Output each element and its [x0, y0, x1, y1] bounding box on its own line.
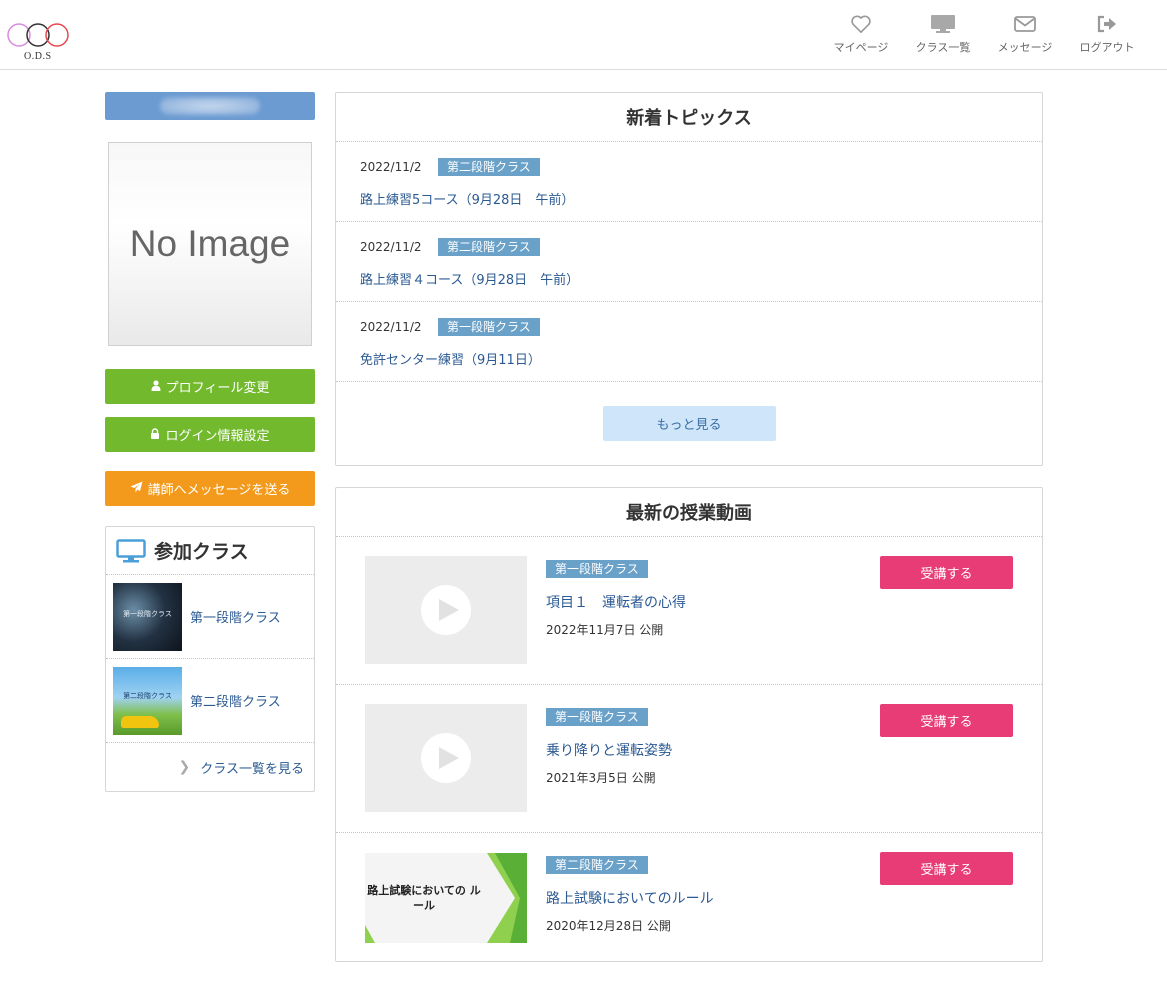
view-all-classes-link[interactable]: ❯ クラス一覧を見る: [106, 743, 314, 791]
sign-out-icon: [1097, 15, 1116, 33]
header-nav: マイページ クラス一覧 メッセージ ログアウト: [819, 14, 1147, 55]
joined-classes-title: 参加クラス: [154, 541, 249, 563]
class-thumbnail-text: 第一段階クラス: [123, 609, 172, 618]
nav-class-list-label: クラス一覧: [915, 41, 971, 54]
nav-class-list[interactable]: クラス一覧: [903, 14, 983, 55]
class-item-label: 第二段階クラス: [190, 695, 281, 710]
site-header: O.D.S マイページ クラス一覧 メッセージ ログアウト: [0, 0, 1167, 70]
joined-classes-header: 参加クラス: [106, 527, 314, 575]
class-badge: 第一段階クラス: [546, 560, 648, 578]
joined-classes-box: 参加クラス 第一段階クラス 第一段階クラス 第二段階クラス 第二段階クラス ❯ …: [105, 526, 315, 792]
video-thumbnail[interactable]: 路上試験においての ルール: [365, 853, 527, 943]
play-icon: [421, 585, 471, 635]
enroll-button[interactable]: 受講する: [880, 852, 1013, 885]
video-item: 第一段階クラス 乗り降りと運転姿勢 2021年3月5日 公開 受講する: [336, 685, 1042, 833]
lock-icon: [150, 427, 160, 442]
no-image-text: No Image: [129, 223, 291, 264]
class-thumbnail: 第二段階クラス: [113, 666, 182, 735]
video-thumbnail[interactable]: [365, 556, 527, 664]
login-settings-button[interactable]: ログイン情報設定: [105, 417, 315, 452]
chevron-right-icon: ❯: [178, 759, 191, 775]
nav-mypage[interactable]: マイページ: [821, 14, 901, 55]
paper-plane-icon: [130, 481, 143, 496]
latest-videos-panel: 最新の授業動画 第一段階クラス 項目１ 運転者の心得 2022年11月7日 公開…: [335, 487, 1043, 962]
more-wrap: もっと見る: [336, 382, 1042, 465]
monitor-icon: [116, 538, 146, 562]
topic-item: 2022/11/2 第二段階クラス 路上練習5コース（9月28日 午前）: [336, 142, 1042, 222]
latest-videos-title: 最新の授業動画: [336, 488, 1042, 537]
enroll-button[interactable]: 受講する: [880, 704, 1013, 737]
nav-mypage-label: マイページ: [833, 41, 889, 54]
login-settings-label: ログイン情報設定: [165, 429, 270, 444]
message-instructor-label: 講師へメッセージを送る: [147, 483, 291, 498]
class-badge: 第一段階クラス: [546, 708, 648, 726]
video-publish-date: 2021年3月5日 公開: [546, 771, 656, 785]
user-name-blurred: [160, 97, 260, 115]
class-badge: 第二段階クラス: [438, 158, 540, 176]
class-badge: 第一段階クラス: [438, 318, 540, 336]
new-topics-title: 新着トピックス: [336, 93, 1042, 142]
see-more-button[interactable]: もっと見る: [602, 406, 776, 441]
user-icon: [151, 379, 161, 394]
topic-date: 2022/11/2: [360, 320, 422, 334]
video-publish-date: 2020年12月28日 公開: [546, 919, 671, 933]
class-item-first-stage[interactable]: 第一段階クラス 第一段階クラス: [106, 575, 314, 659]
new-topics-panel: 新着トピックス 2022/11/2 第二段階クラス 路上練習5コース（9月28日…: [335, 92, 1043, 466]
nav-message-label: メッセージ: [997, 41, 1053, 54]
video-thumbnail[interactable]: [365, 704, 527, 812]
nav-logout-label: ログアウト: [1079, 41, 1135, 54]
nav-logout[interactable]: ログアウト: [1067, 14, 1147, 55]
class-item-second-stage[interactable]: 第二段階クラス 第二段階クラス: [106, 659, 314, 743]
video-title-link[interactable]: 乗り降りと運転姿勢: [546, 740, 672, 760]
slide-title-text: 路上試験においての ルール: [367, 884, 481, 912]
profile-edit-label: プロフィール変更: [165, 381, 270, 396]
envelope-icon: [1014, 16, 1036, 32]
profile-edit-button[interactable]: プロフィール変更: [105, 369, 315, 404]
topic-date: 2022/11/2: [360, 160, 422, 174]
topic-item: 2022/11/2 第二段階クラス 路上練習４コース（9月28日 午前）: [336, 222, 1042, 302]
logo-text: O.D.S: [24, 51, 52, 62]
message-instructor-button[interactable]: 講師へメッセージを送る: [105, 471, 315, 506]
video-item: 路上試験においての ルール 第二段階クラス 路上試験においてのルール 2020年…: [336, 833, 1042, 981]
play-icon: [421, 733, 471, 783]
sidebar: No Image プロフィール変更 ログイン情報設定 講師へメッセージを送る 参…: [105, 92, 315, 792]
logo-rings-icon: [7, 23, 69, 47]
user-name-bar: [105, 92, 315, 120]
class-badge: 第二段階クラス: [438, 238, 540, 256]
profile-image-placeholder: No Image: [108, 142, 312, 346]
topic-title-link[interactable]: 路上練習5コース（9月28日 午前）: [360, 189, 1042, 208]
class-badge: 第二段階クラス: [546, 856, 648, 874]
video-title-link[interactable]: 項目１ 運転者の心得: [546, 592, 686, 612]
topic-date: 2022/11/2: [360, 240, 422, 254]
view-all-classes-label: クラス一覧を見る: [200, 761, 304, 777]
video-publish-date: 2022年11月7日 公開: [546, 623, 664, 637]
enroll-button[interactable]: 受講する: [880, 556, 1013, 589]
class-item-label: 第一段階クラス: [190, 611, 281, 626]
nav-message[interactable]: メッセージ: [985, 14, 1065, 55]
video-item: 第一段階クラス 項目１ 運転者の心得 2022年11月7日 公開 受講する: [336, 537, 1042, 685]
class-thumbnail-text: 第二段階クラス: [123, 691, 172, 700]
topic-title-link[interactable]: 免許センター練習（9月11日）: [360, 349, 1042, 368]
monitor-icon: [931, 15, 955, 33]
video-title-link[interactable]: 路上試験においてのルール: [546, 888, 714, 908]
car-illustration: [121, 715, 159, 728]
topic-item: 2022/11/2 第一段階クラス 免許センター練習（9月11日）: [336, 302, 1042, 382]
class-thumbnail: 第一段階クラス: [113, 582, 182, 651]
topic-title-link[interactable]: 路上練習４コース（9月28日 午前）: [360, 269, 1042, 288]
heart-icon: [851, 15, 871, 33]
